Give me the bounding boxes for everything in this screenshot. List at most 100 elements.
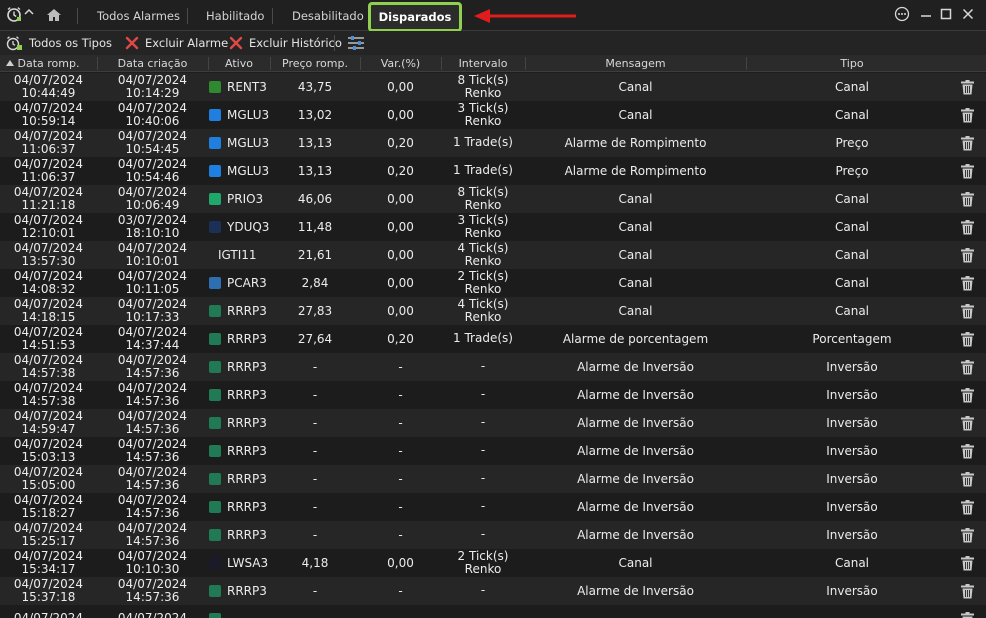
trash-icon[interactable] bbox=[961, 556, 974, 571]
break-price-cell: - bbox=[312, 500, 318, 514]
asset-cell: RRRP3 bbox=[208, 493, 270, 521]
table-row[interactable]: 04/07/2024 14:08:32 04/07/2024 10:11:05 PCAR… bbox=[0, 269, 986, 297]
chevron-up-icon[interactable] bbox=[23, 6, 35, 18]
table-row[interactable]: 04/07/2024 14:57:38 04/07/2024 14:57:36 RRRP… bbox=[0, 353, 986, 381]
table-row[interactable]: 04/07/2024 15:34:17 04/07/2024 10:10:30 LWSA… bbox=[0, 549, 986, 577]
interval-cell: 1 Trade(s) bbox=[441, 325, 525, 353]
table-row[interactable]: 04/07/2024 15:03:13 04/07/2024 14:57:36 RRRP… bbox=[0, 437, 986, 465]
trash-icon[interactable] bbox=[961, 80, 974, 95]
type-cell: Inversão bbox=[826, 528, 878, 542]
tab-disabled[interactable]: Desabilitado bbox=[292, 9, 364, 23]
asset-logo-icon bbox=[209, 501, 221, 513]
created-date-cell: 04/07/2024 14:57:36 bbox=[97, 409, 208, 437]
tab-all-alarms[interactable]: Todos Alarmes bbox=[97, 9, 180, 23]
table-row[interactable]: 04/07/2024 10:44:49 04/07/2024 10:14:29 RENT… bbox=[0, 73, 986, 101]
all-types-button[interactable]: Todos os Tipos bbox=[6, 34, 112, 52]
asset-logo-icon bbox=[209, 305, 221, 317]
break-price-cell: 13,02 bbox=[297, 108, 333, 122]
created-date: 04/07/2024 bbox=[117, 548, 188, 563]
alarm-clock-icon[interactable] bbox=[6, 6, 22, 22]
trash-icon[interactable] bbox=[961, 500, 974, 515]
created-date: 04/07/2024 bbox=[117, 408, 188, 423]
break-date: 04/07/2024 bbox=[13, 156, 84, 171]
break-date-cell: 04/07/2024 14:57:38 bbox=[0, 353, 97, 381]
table-row[interactable]: 04/07/2024 15:25:17 04/07/2024 14:57:36 RRRP… bbox=[0, 521, 986, 549]
interval-cell: - bbox=[441, 437, 525, 465]
table-row[interactable]: 04/07/2024 14:59:47 04/07/2024 14:57:36 RRRP… bbox=[0, 409, 986, 437]
asset-logo-icon bbox=[209, 361, 221, 373]
column-settings-icon[interactable] bbox=[347, 35, 365, 51]
maximize-icon[interactable] bbox=[938, 6, 954, 22]
column-variation[interactable]: Var.(%) bbox=[360, 55, 441, 72]
trash-icon[interactable] bbox=[961, 248, 974, 263]
more-options-icon[interactable] bbox=[894, 6, 910, 22]
table-row[interactable]: 04/07/2024 12:10:01 03/07/2024 18:10:10 YDUQ… bbox=[0, 213, 986, 241]
break-date-cell: 04/07/2024 11:21:18 bbox=[0, 185, 97, 213]
tab-triggered[interactable]: Disparados bbox=[368, 2, 462, 32]
trash-icon[interactable] bbox=[961, 108, 974, 123]
table-row[interactable]: 04/07/2024 11:06:37 04/07/2024 10:54:45 MGLU… bbox=[0, 129, 986, 157]
asset-logo-icon bbox=[209, 109, 221, 121]
home-icon[interactable] bbox=[46, 8, 62, 22]
trash-icon[interactable] bbox=[961, 360, 974, 375]
type-cell: Canal bbox=[834, 192, 870, 206]
created-date: 04/07/2024 bbox=[117, 352, 188, 367]
trash-icon[interactable] bbox=[961, 528, 974, 543]
column-break-price[interactable]: Preço romp. bbox=[270, 55, 360, 72]
table-row[interactable]: 04/07/2024 10:59:14 04/07/2024 10:40:06 MGLU… bbox=[0, 101, 986, 129]
interval-cell: - bbox=[441, 577, 525, 605]
created-time: 10:17:33 bbox=[125, 310, 180, 324]
trash-icon[interactable] bbox=[961, 192, 974, 207]
table-row[interactable]: 04/07/2024 15:37:18 04/07/2024 14:57:36 RRRP… bbox=[0, 577, 986, 605]
minimize-icon[interactable] bbox=[918, 6, 934, 22]
table-row[interactable]: 04/07/2024 04/07/2024 bbox=[0, 605, 986, 618]
trash-icon[interactable] bbox=[961, 136, 974, 151]
interval-value: - bbox=[480, 359, 486, 374]
column-interval[interactable]: Intervalo bbox=[441, 55, 525, 72]
break-price-cell: - bbox=[312, 388, 318, 402]
type-cell: Canal bbox=[834, 276, 870, 290]
delete-history-button[interactable]: Excluir Histórico bbox=[229, 34, 342, 52]
tab-enabled[interactable]: Habilitado bbox=[206, 9, 264, 23]
table-row[interactable]: 04/07/2024 14:18:15 04/07/2024 10:17:33 RRRP… bbox=[0, 297, 986, 325]
table-row[interactable]: 04/07/2024 14:57:38 04/07/2024 14:57:36 RRRP… bbox=[0, 381, 986, 409]
table-row[interactable]: 04/07/2024 11:21:18 04/07/2024 10:06:49 PRIO… bbox=[0, 185, 986, 213]
asset-cell: LWSA3 bbox=[208, 549, 270, 577]
interval-value: 4 Tick(s) bbox=[457, 240, 509, 255]
table-row[interactable]: 04/07/2024 11:06:37 04/07/2024 10:54:46 MGLU… bbox=[0, 157, 986, 185]
created-time: 18:10:10 bbox=[125, 226, 180, 240]
trash-icon[interactable] bbox=[961, 220, 974, 235]
created-date: 04/07/2024 bbox=[117, 492, 188, 507]
message-cell: Canal bbox=[618, 192, 653, 206]
trash-icon[interactable] bbox=[961, 472, 974, 487]
column-asset[interactable]: Ativo bbox=[208, 55, 270, 72]
break-date: 04/07/2024 bbox=[13, 520, 84, 535]
trash-icon[interactable] bbox=[961, 304, 974, 319]
trash-icon[interactable] bbox=[961, 416, 974, 431]
table-row[interactable]: 04/07/2024 13:57:30 04/07/2024 10:10:01 IGTI… bbox=[0, 241, 986, 269]
alarm-filter-icon bbox=[6, 36, 22, 51]
trash-icon[interactable] bbox=[961, 444, 974, 459]
table-row[interactable]: 04/07/2024 15:18:27 04/07/2024 14:57:36 RRRP… bbox=[0, 493, 986, 521]
asset-ticker: LWSA3 bbox=[227, 556, 269, 570]
table-row[interactable]: 04/07/2024 15:05:00 04/07/2024 14:57:36 RRRP… bbox=[0, 465, 986, 493]
asset-ticker: RRRP3 bbox=[227, 584, 267, 598]
column-break-date[interactable]: Data romp. bbox=[0, 55, 97, 72]
created-date-cell: 04/07/2024 bbox=[97, 605, 208, 618]
break-time: 11:21:18 bbox=[21, 198, 76, 212]
trash-icon[interactable] bbox=[961, 388, 974, 403]
column-type[interactable]: Tipo bbox=[746, 55, 958, 72]
column-created-date[interactable]: Data criação bbox=[97, 55, 208, 72]
close-icon[interactable] bbox=[960, 6, 976, 22]
trash-icon[interactable] bbox=[961, 584, 974, 599]
trash-icon[interactable] bbox=[961, 164, 974, 179]
delete-alarm-button[interactable]: Excluir Alarme bbox=[125, 34, 228, 52]
trash-icon[interactable] bbox=[961, 332, 974, 347]
trash-icon[interactable] bbox=[961, 612, 974, 618]
interval-chart-type: Renko bbox=[464, 198, 502, 212]
type-cell: Canal bbox=[834, 108, 870, 122]
trash-icon[interactable] bbox=[961, 276, 974, 291]
column-message[interactable]: Mensagem bbox=[525, 55, 746, 72]
interval-cell: 2 Tick(s) Renko bbox=[441, 269, 525, 297]
table-row[interactable]: 04/07/2024 14:51:53 04/07/2024 14:37:44 RRRP… bbox=[0, 325, 986, 353]
